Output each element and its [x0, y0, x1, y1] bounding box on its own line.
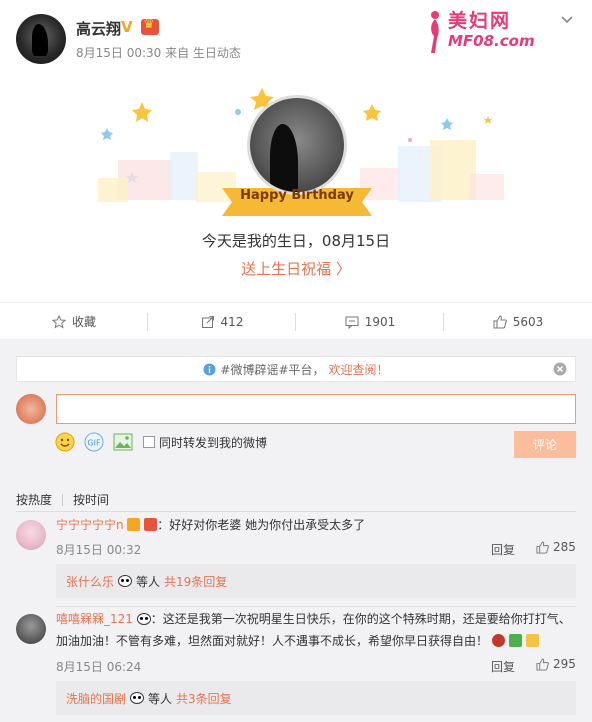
- comment-username[interactable]: 嘻嘻槑槑_121: [56, 612, 133, 626]
- like-icon: [536, 540, 549, 554]
- like-icon: [493, 314, 507, 328]
- like-button[interactable]: 5603: [444, 303, 592, 340]
- comment-text: 宁宁宁宁宁n ：好好对你老婆 她为你付出承受太多了: [56, 514, 576, 536]
- gift-decoration: [470, 174, 504, 200]
- star-decoration: [101, 128, 113, 140]
- notice-link[interactable]: 欢迎查阅！: [329, 361, 389, 378]
- comment-like-count: 295: [553, 657, 576, 671]
- author-name[interactable]: 高云翔: [76, 18, 121, 39]
- forward-count: 412: [220, 314, 244, 329]
- forward-icon: [201, 315, 214, 328]
- reply-others: 等人: [148, 691, 173, 706]
- action-bar: 收藏 412 1901 5603: [0, 302, 592, 347]
- birthday-card: Happy Birthday 今天是我的生日，08月15日 送上生日祝福 〉: [0, 80, 592, 302]
- tab-divider: [62, 493, 64, 506]
- notice-text: #微博辟谣#平台，: [220, 362, 325, 377]
- vip-crown-icon: [141, 17, 159, 35]
- comment-like-count: 285: [553, 540, 576, 554]
- forward-checkbox-label: 同时转发到我的微博: [159, 436, 268, 450]
- comment-count: 1901: [364, 314, 396, 329]
- close-icon[interactable]: [553, 362, 567, 376]
- watermark-figure-icon: [431, 11, 439, 53]
- star-decoration: [363, 104, 381, 121]
- gift-emoji-icon: [508, 634, 522, 647]
- gift-decoration: [170, 152, 198, 200]
- comment-body-line2: 加油加油！不管有多难，坦然面对就好！人不遇事不成长，希望你早日获得自由！: [56, 634, 489, 648]
- rumor-notice: #微博辟谣#平台， 欢迎查阅！: [16, 356, 576, 382]
- dot-decoration: [408, 138, 412, 142]
- forward-checkbox[interactable]: [143, 436, 155, 448]
- comment-like-button[interactable]: 295: [536, 657, 576, 671]
- comment-button[interactable]: 1901: [296, 303, 444, 347]
- panda-emoji-icon: [130, 692, 145, 704]
- comment-avatar[interactable]: [16, 614, 46, 644]
- watermark-title: 美妇网: [448, 10, 512, 32]
- like-icon: [536, 657, 549, 671]
- sort-divider: [16, 511, 576, 512]
- reply-summary[interactable]: 洗脑的国剧 等人 共3条回复: [56, 681, 576, 715]
- gift-decoration: [98, 178, 128, 202]
- favorite-button[interactable]: 收藏: [0, 303, 148, 340]
- comment-username[interactable]: 宁宁宁宁宁n: [56, 518, 124, 532]
- author-avatar[interactable]: [16, 14, 66, 64]
- star-decoration: [132, 102, 152, 122]
- reply-username[interactable]: 张什么乐: [66, 573, 114, 590]
- like-count: 5603: [512, 314, 544, 329]
- image-icon[interactable]: [112, 431, 134, 453]
- post-meta: 8月15日 00:30 来自 生日动态: [76, 46, 241, 60]
- birthday-ribbon: Happy Birthday: [222, 180, 372, 214]
- sort-tabs: 按热度 按时间: [16, 491, 109, 508]
- comment-input[interactable]: [56, 394, 576, 424]
- comment-like-button[interactable]: 285: [536, 540, 576, 554]
- ribbon-text: Happy Birthday: [240, 188, 354, 203]
- post-header: 高云翔 V 8月15日 00:30 来自 生日动态 美妇网 MF08.com: [0, 0, 592, 78]
- panda-emoji-icon: [118, 575, 133, 587]
- svg-text:GIF: GIF: [87, 439, 101, 448]
- panda-emoji-icon: [136, 613, 151, 625]
- comment-body: ：好好对你老婆 她为你付出承受太多了: [157, 518, 366, 532]
- star-icon: [51, 314, 66, 329]
- birthday-message: 今天是我的生日，08月15日: [201, 232, 391, 250]
- favorite-label: 收藏: [71, 315, 96, 329]
- comment-time: 8月15日 00:32: [56, 543, 142, 557]
- reply-count-link[interactable]: 共19条回复: [164, 573, 227, 590]
- tab-time[interactable]: 按时间: [73, 491, 109, 508]
- reply-summary[interactable]: 张什么乐 等人 共19条回复: [56, 564, 576, 598]
- gift-decoration: [430, 140, 476, 200]
- reply-button[interactable]: 回复: [491, 658, 515, 675]
- watermark-subtitle: MF08.com: [448, 32, 535, 50]
- reply-others: 等人: [136, 574, 161, 589]
- reply-username[interactable]: 洗脑的国剧: [66, 690, 126, 707]
- chevron-down-icon[interactable]: [559, 12, 575, 28]
- comment-panel: #微博辟谣#平台， 欢迎查阅！ GIF 同时转发到我的微博 评论 按热度 按时间 …: [0, 340, 592, 722]
- cake-emoji-icon: [491, 634, 505, 647]
- star-decoration: [441, 118, 453, 130]
- verified-badge-icon: [127, 518, 141, 531]
- comment-body-line1: ：这还是我第一次祝明星生日快乐，在你的这个特殊时期，还是要给你打打气、: [150, 612, 571, 626]
- comment-avatar[interactable]: [16, 520, 46, 550]
- comment-icon: [345, 316, 359, 329]
- emoji-icon[interactable]: [54, 431, 76, 453]
- site-watermark: 美妇网 MF08.com: [420, 6, 540, 54]
- verified-icon: V: [121, 18, 133, 36]
- send-wish-link[interactable]: 送上生日祝福 〉: [0, 258, 592, 279]
- dot-decoration: [235, 109, 241, 115]
- my-avatar[interactable]: [16, 394, 46, 424]
- gif-icon[interactable]: GIF: [83, 431, 105, 453]
- star-decoration: [484, 116, 492, 124]
- tab-hot[interactable]: 按热度: [16, 491, 52, 508]
- forward-button[interactable]: 412: [148, 303, 296, 340]
- submit-comment-button[interactable]: 评论: [514, 431, 576, 458]
- cheers-emoji-icon: [525, 634, 539, 647]
- reply-button[interactable]: 回复: [491, 541, 515, 558]
- comment-text: 嘻嘻槑槑_121 ：这还是我第一次祝明星生日快乐，在你的这个特殊时期，还是要给你…: [56, 608, 576, 652]
- info-icon: [203, 363, 216, 375]
- comment-time: 8月15日 06:24: [56, 660, 142, 674]
- comment-divider: [56, 606, 576, 607]
- vip-crown-icon: [144, 518, 158, 531]
- reply-count-link[interactable]: 共3条回复: [176, 690, 232, 707]
